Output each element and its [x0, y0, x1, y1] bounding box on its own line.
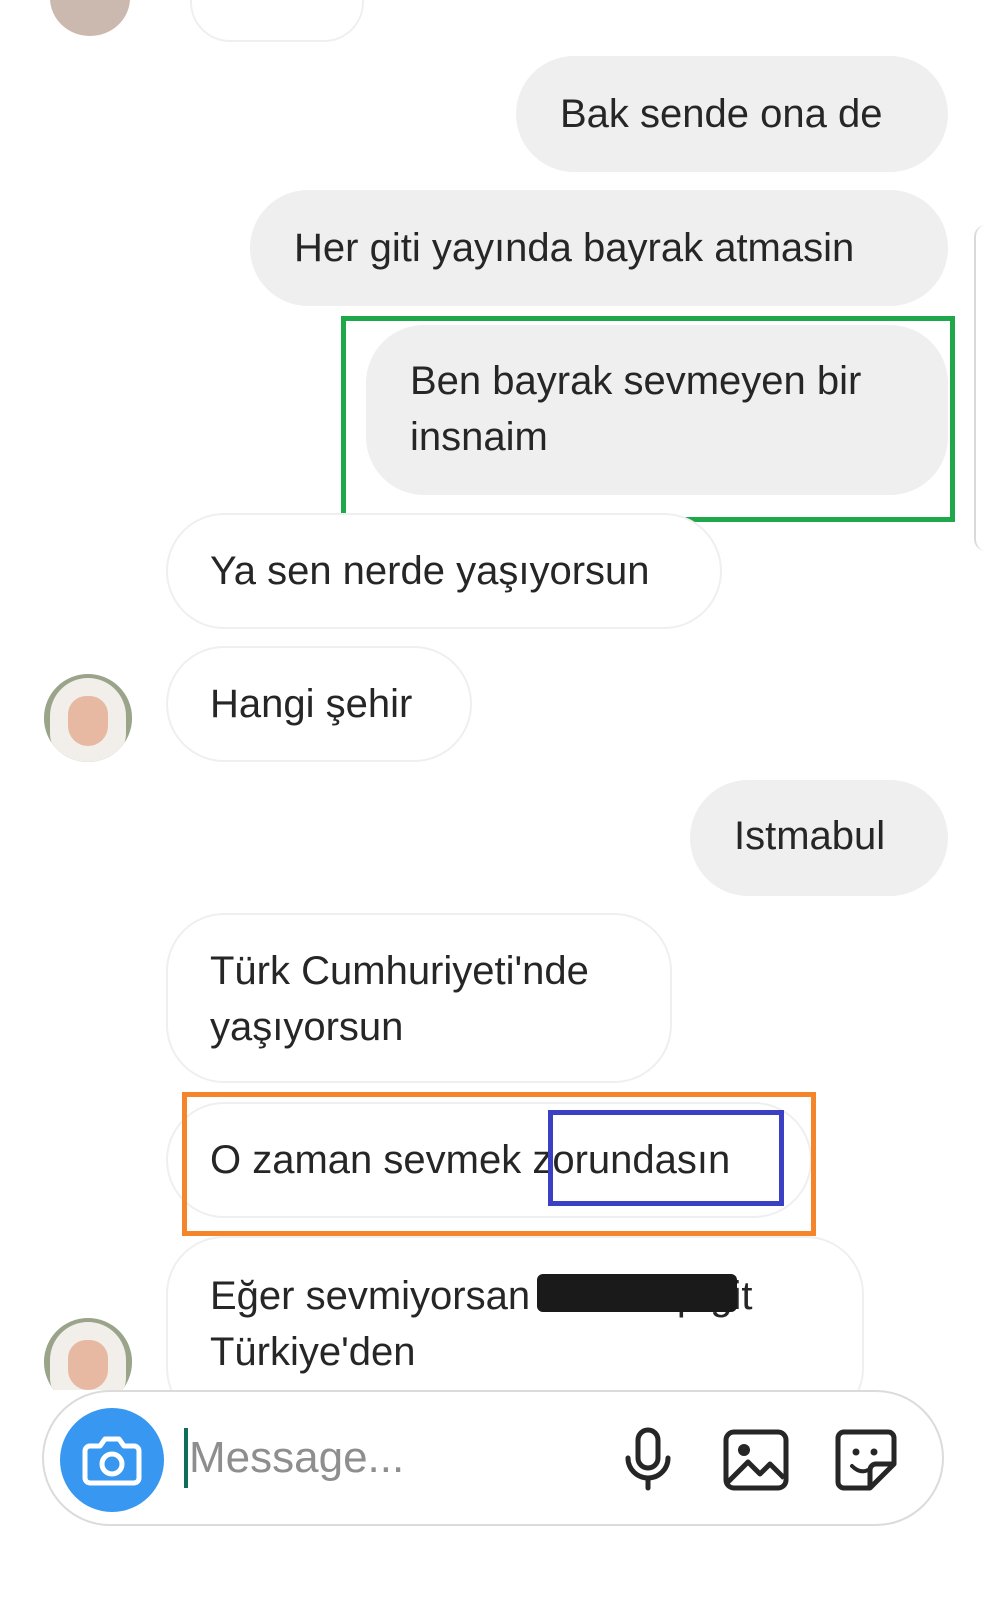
- camera-icon: [82, 1436, 142, 1486]
- message-text-redacted: siktirolup: [537, 1268, 738, 1324]
- text-cursor: [184, 1428, 188, 1488]
- sent-message-bubble[interactable]: Bak sende ona de: [516, 56, 948, 172]
- received-message-bubble[interactable]: Ya sen nerde yaşıyorsun: [166, 513, 722, 629]
- camera-button[interactable]: [60, 1408, 164, 1512]
- scrollbar[interactable]: [974, 225, 990, 551]
- message-text: Istmabul: [734, 814, 886, 858]
- message-bubble-partial: [190, 0, 364, 42]
- received-message-bubble[interactable]: Hangi şehir: [166, 646, 472, 762]
- message-text-highlighted: zorundasın: [532, 1138, 731, 1182]
- message-text-line: Ben bayrak sevmeyen bir: [410, 359, 862, 403]
- message-text-line: yaşıyorsun: [210, 1005, 404, 1049]
- sticker-icon: [835, 1429, 897, 1491]
- received-message-bubble[interactable]: O zaman sevmek zorundasın: [166, 1102, 812, 1218]
- sender-avatar-partial: [50, 0, 130, 36]
- message-text-line: Türkiye'den: [210, 1330, 416, 1374]
- sent-message-bubble[interactable]: Ben bayrak sevmeyen bir insnaim: [366, 325, 948, 495]
- microphone-icon: [625, 1427, 671, 1491]
- gallery-button[interactable]: [720, 1424, 792, 1496]
- sent-message-bubble[interactable]: Istmabul: [690, 780, 948, 896]
- message-input[interactable]: [189, 1420, 589, 1496]
- received-message-bubble[interactable]: Türk Cumhuriyeti'nde yaşıyorsun: [166, 913, 672, 1083]
- sender-avatar[interactable]: [44, 1318, 132, 1390]
- sender-avatar[interactable]: [44, 674, 132, 762]
- message-text: Hangi şehir: [210, 682, 413, 726]
- message-text-line: Eğer sevmiyorsan siktirolup git: [210, 1268, 862, 1324]
- message-text: Bak sende ona de: [560, 92, 883, 136]
- sent-message-bubble[interactable]: Her giti yayında bayrak atmasin: [250, 190, 948, 306]
- received-message-bubble[interactable]: Eğer sevmiyorsan siktirolup git Türkiye'…: [166, 1236, 864, 1390]
- message-text-line: Türk Cumhuriyeti'nde: [210, 949, 589, 993]
- message-text: Her giti yayında bayrak atmasin: [294, 226, 855, 270]
- redaction-mark: [537, 1274, 738, 1312]
- chat-thread[interactable]: Bak sende ona de Her giti yayında bayrak…: [0, 0, 1007, 1390]
- message-text: Eğer sevmiyorsan: [210, 1274, 542, 1318]
- message-composer: [42, 1390, 944, 1526]
- message-text-line: insnaim: [410, 415, 548, 459]
- microphone-button[interactable]: [612, 1424, 684, 1496]
- message-text: Ya sen nerde yaşıyorsun: [210, 549, 650, 593]
- gallery-icon: [723, 1429, 789, 1491]
- message-text: O zaman sevmek: [210, 1138, 533, 1182]
- sticker-button[interactable]: [830, 1424, 902, 1496]
